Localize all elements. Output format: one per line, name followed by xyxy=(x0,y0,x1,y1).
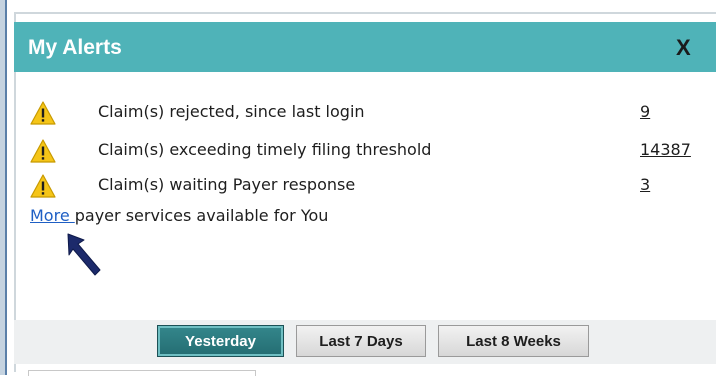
alert-count-link[interactable]: 9 xyxy=(640,102,650,121)
more-services-line: More payer services available for You xyxy=(30,206,328,225)
yesterday-button[interactable]: Yesterday xyxy=(157,325,284,357)
pointer-arrow-icon xyxy=(67,233,101,276)
top-strip xyxy=(7,0,716,12)
more-services-text: payer services available for You xyxy=(74,206,329,225)
alert-count-link[interactable]: 14387 xyxy=(640,140,691,159)
alert-text: Claim(s) waiting Payer response xyxy=(98,175,356,194)
alert-row: Claim(s) rejected, since last login 9 xyxy=(30,99,710,129)
window-left-border xyxy=(0,0,7,375)
last-8-weeks-button[interactable]: Last 8 Weeks xyxy=(438,325,589,357)
warning-icon xyxy=(30,101,56,125)
panel-title: My Alerts xyxy=(28,36,122,59)
more-link[interactable]: More xyxy=(30,206,75,225)
alert-text: Claim(s) exceeding timely filing thresho… xyxy=(98,140,432,159)
alert-text: Claim(s) rejected, since last login xyxy=(98,102,365,121)
close-button[interactable]: X xyxy=(676,35,691,61)
warning-icon xyxy=(30,139,56,163)
alert-row: Claim(s) waiting Payer response 3 xyxy=(30,172,710,202)
alert-count-link[interactable]: 3 xyxy=(640,175,650,194)
warning-icon xyxy=(30,174,56,198)
bottom-tab xyxy=(28,370,256,376)
alert-row: Claim(s) exceeding timely filing thresho… xyxy=(30,137,710,167)
last-7-days-button[interactable]: Last 7 Days xyxy=(296,325,426,357)
